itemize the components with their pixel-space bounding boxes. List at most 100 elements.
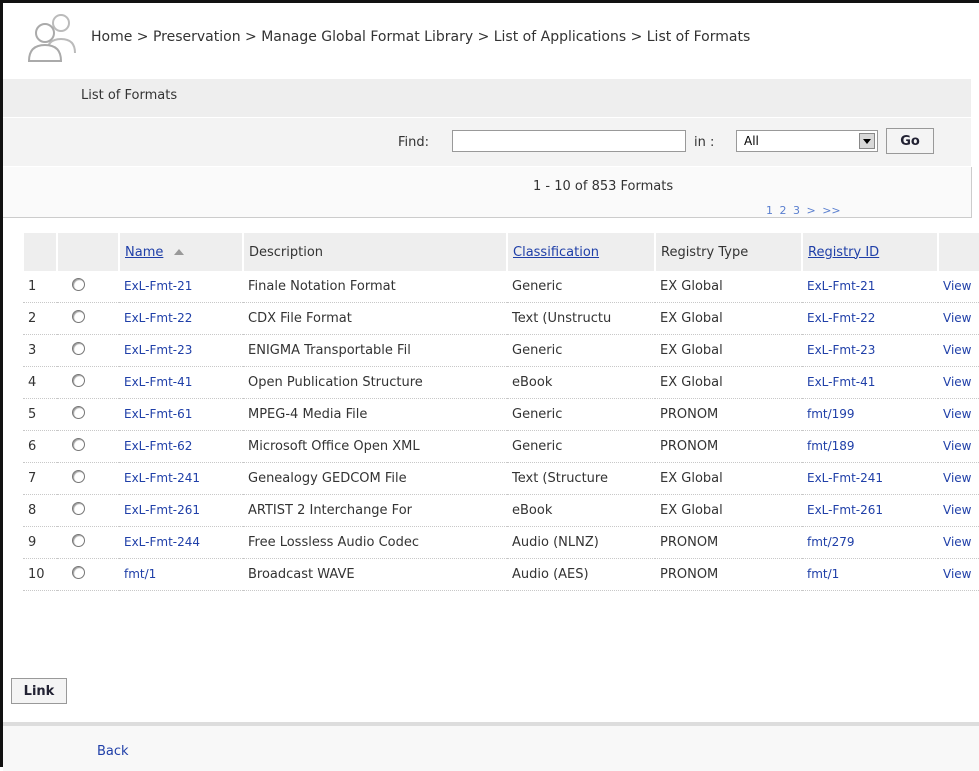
row-radio[interactable] xyxy=(72,534,85,547)
table-header-row: Name Description Classification Registry… xyxy=(22,233,979,271)
sort-classification-link[interactable]: Classification xyxy=(513,245,599,260)
registry-id-link[interactable]: ExL-Fmt-241 xyxy=(807,471,883,485)
registry-id-link[interactable]: fmt/279 xyxy=(807,535,855,549)
classification-cell: Generic xyxy=(507,334,655,367)
back-link[interactable]: Back xyxy=(97,744,129,759)
table-row: 2 ExL-Fmt-22 CDX File Format Text (Unstruct… xyxy=(23,302,979,335)
column-header-classification[interactable]: Classification xyxy=(506,233,655,271)
search-input[interactable] xyxy=(452,130,686,152)
action-cell: View xyxy=(938,366,979,399)
action-cell: View xyxy=(938,302,979,335)
row-radio[interactable] xyxy=(72,502,85,515)
sort-name-link[interactable]: Name xyxy=(125,245,163,260)
registry-id-link[interactable]: fmt/199 xyxy=(807,407,855,421)
row-number: 10 xyxy=(23,558,57,591)
view-link[interactable]: View xyxy=(943,567,971,581)
chevron-down-icon[interactable] xyxy=(859,133,875,149)
registry-id-link[interactable]: ExL-Fmt-41 xyxy=(807,375,875,389)
description-cell: ARTIST 2 Interchange For xyxy=(243,494,507,527)
description-cell: Microsoft Office Open XML xyxy=(243,430,507,463)
page-link-3[interactable]: 3 xyxy=(793,204,800,217)
registry-type-cell: EX Global xyxy=(655,334,802,367)
search-scope-value: All xyxy=(744,134,759,148)
classification-cell: Audio (NLNZ) xyxy=(507,526,655,559)
column-header-registry-type: Registry Type xyxy=(654,233,802,271)
row-select-cell[interactable] xyxy=(57,366,119,399)
format-name-link[interactable]: ExL-Fmt-23 xyxy=(124,343,192,357)
row-select-cell[interactable] xyxy=(57,398,119,431)
breadcrumb[interactable]: Home > Preservation > Manage Global Form… xyxy=(91,29,750,45)
registry-type-cell: EX Global xyxy=(655,302,802,335)
view-link[interactable]: View xyxy=(943,311,971,325)
row-select-cell[interactable] xyxy=(57,302,119,335)
registry-id-cell: ExL-Fmt-22 xyxy=(802,302,938,335)
format-name-link[interactable]: ExL-Fmt-261 xyxy=(124,503,200,517)
link-button[interactable]: Link xyxy=(11,678,67,704)
row-radio[interactable] xyxy=(72,406,85,419)
row-select-cell[interactable] xyxy=(57,334,119,367)
row-radio[interactable] xyxy=(72,310,85,323)
row-select-cell[interactable] xyxy=(57,526,119,559)
registry-id-link[interactable]: ExL-Fmt-23 xyxy=(807,343,875,357)
column-header-name[interactable]: Name xyxy=(118,233,243,271)
go-button[interactable]: Go xyxy=(886,128,934,154)
format-name-link[interactable]: ExL-Fmt-21 xyxy=(124,279,192,293)
search-scope-select[interactable]: All xyxy=(736,130,878,152)
format-name-link[interactable]: ExL-Fmt-244 xyxy=(124,535,200,549)
row-radio[interactable] xyxy=(72,278,85,291)
page-link-2[interactable]: 2 xyxy=(780,204,787,217)
name-cell: ExL-Fmt-241 xyxy=(119,462,243,495)
description-cell: Broadcast WAVE xyxy=(243,558,507,591)
action-cell: View xyxy=(938,558,979,591)
view-link[interactable]: View xyxy=(943,343,971,357)
view-link[interactable]: View xyxy=(943,439,971,453)
action-cell: View xyxy=(938,398,979,431)
view-link[interactable]: View xyxy=(943,407,971,421)
row-select-cell[interactable] xyxy=(57,558,119,591)
action-cell: View xyxy=(938,430,979,463)
registry-id-link[interactable]: fmt/189 xyxy=(807,439,855,453)
row-select-cell[interactable] xyxy=(57,430,119,463)
format-name-link[interactable]: ExL-Fmt-61 xyxy=(124,407,192,421)
format-name-link[interactable]: fmt/1 xyxy=(124,567,156,581)
row-select-cell[interactable] xyxy=(57,494,119,527)
column-header-registry-id[interactable]: Registry ID xyxy=(801,233,938,271)
row-radio[interactable] xyxy=(72,470,85,483)
action-cell: View xyxy=(938,334,979,367)
table-row: 3 ExL-Fmt-23 ENIGMA Transportable Fil Gener… xyxy=(23,334,979,367)
format-name-link[interactable]: ExL-Fmt-241 xyxy=(124,471,200,485)
description-cell: MPEG-4 Media File xyxy=(243,398,507,431)
description-cell: Finale Notation Format xyxy=(243,271,507,303)
row-select-cell[interactable] xyxy=(57,271,119,303)
registry-id-link[interactable]: fmt/1 xyxy=(807,567,839,581)
registry-id-cell: ExL-Fmt-241 xyxy=(802,462,938,495)
view-link[interactable]: View xyxy=(943,279,971,293)
view-link[interactable]: View xyxy=(943,471,971,485)
row-radio[interactable] xyxy=(72,566,85,579)
sort-registry-id-link[interactable]: Registry ID xyxy=(808,245,879,260)
view-link[interactable]: View xyxy=(943,375,971,389)
action-cell: View xyxy=(938,462,979,495)
row-radio[interactable] xyxy=(72,438,85,451)
format-name-link[interactable]: ExL-Fmt-22 xyxy=(124,311,192,325)
next-page-link[interactable]: > xyxy=(807,204,816,217)
classification-cell: Generic xyxy=(507,271,655,303)
registry-id-link[interactable]: ExL-Fmt-261 xyxy=(807,503,883,517)
name-cell: ExL-Fmt-41 xyxy=(119,366,243,399)
registry-id-link[interactable]: ExL-Fmt-22 xyxy=(807,311,875,325)
page-link-1[interactable]: 1 xyxy=(766,204,773,217)
format-name-link[interactable]: ExL-Fmt-41 xyxy=(124,375,192,389)
format-name-link[interactable]: ExL-Fmt-62 xyxy=(124,439,192,453)
last-page-link[interactable]: >> xyxy=(822,204,840,217)
view-link[interactable]: View xyxy=(943,535,971,549)
row-radio[interactable] xyxy=(72,374,85,387)
description-cell: Genealogy GEDCOM File xyxy=(243,462,507,495)
view-link[interactable]: View xyxy=(943,503,971,517)
table-row: 10 fmt/1 Broadcast WAVE Audio (AES) PRONOM fm… xyxy=(23,558,979,591)
row-select-cell[interactable] xyxy=(57,462,119,495)
row-number: 4 xyxy=(23,366,57,399)
action-cell: View xyxy=(938,271,979,303)
column-header-actions xyxy=(937,233,979,271)
registry-id-link[interactable]: ExL-Fmt-21 xyxy=(807,279,875,293)
row-radio[interactable] xyxy=(72,342,85,355)
